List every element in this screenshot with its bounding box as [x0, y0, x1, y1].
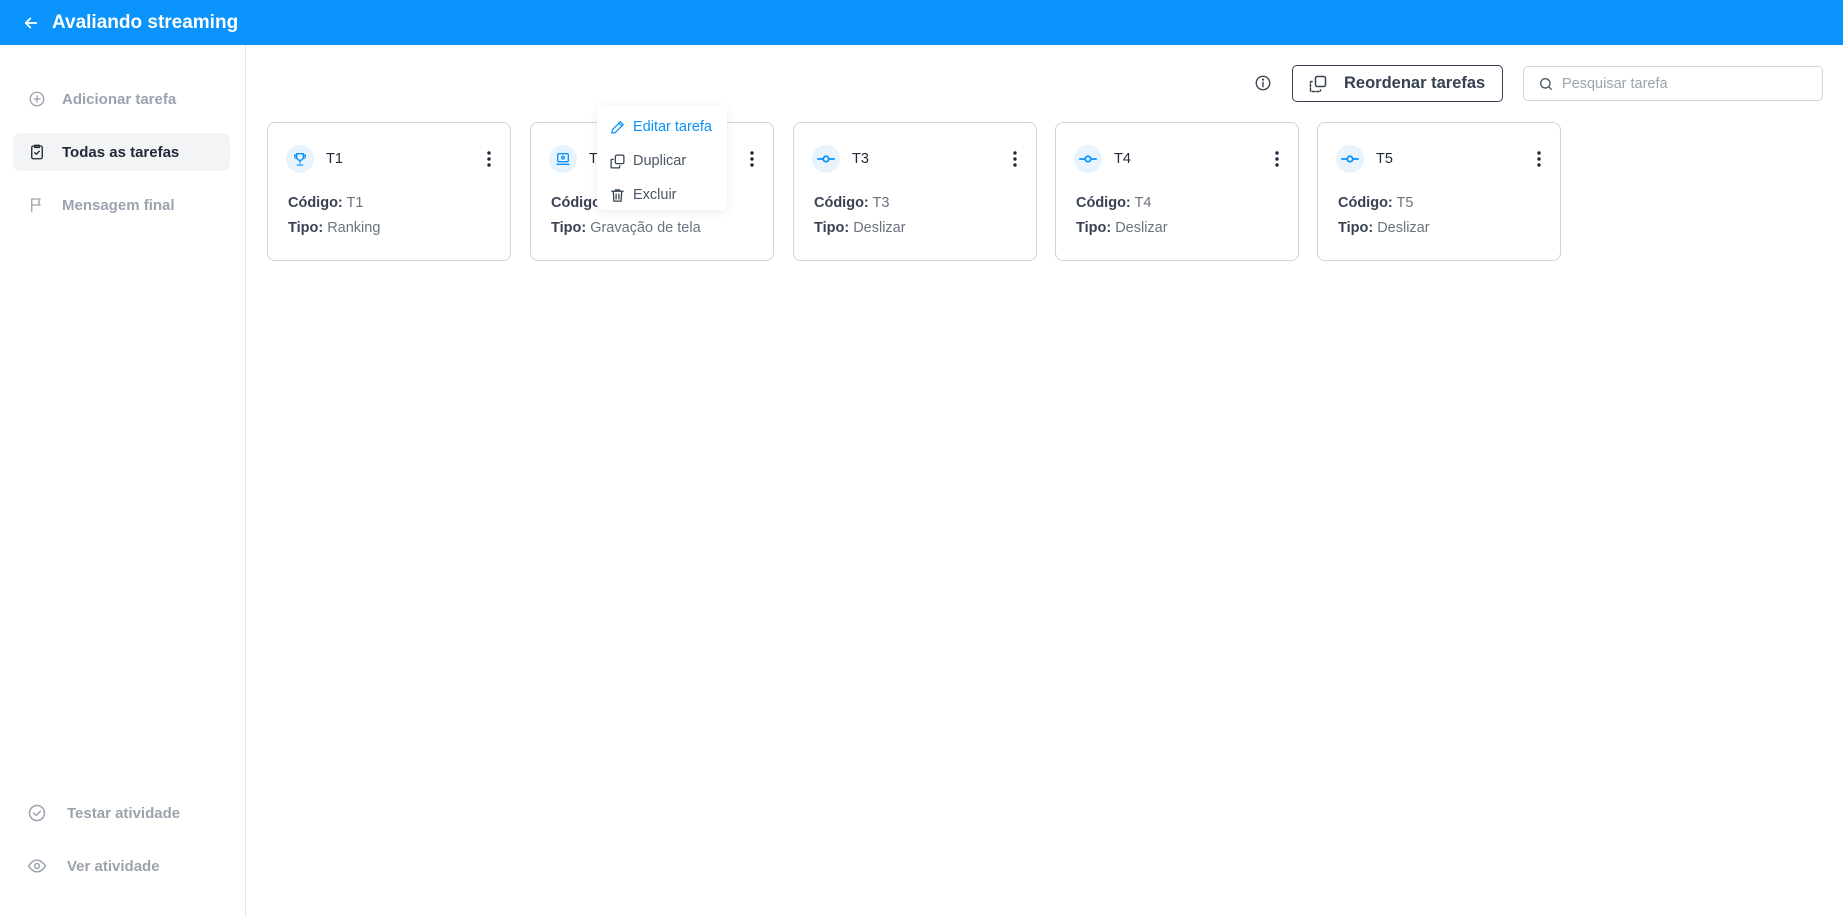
task-card-t4[interactable]: T4 Código: T4 Tipo: Deslizar	[1055, 122, 1299, 261]
task-type-row: Tipo: Ranking	[288, 220, 380, 236]
menu-item-label: Duplicar	[633, 153, 687, 169]
sidebar-item-label: Testar atividade	[67, 804, 181, 822]
code-label: Código:	[814, 195, 869, 211]
more-vertical-icon[interactable]	[1532, 149, 1546, 169]
code-label: Código:	[288, 195, 343, 211]
task-type-row: Tipo: Deslizar	[1076, 220, 1168, 236]
sidebar-item-add-task[interactable]: Adicionar tarefa	[13, 80, 230, 118]
task-code-row: Código: T3	[814, 195, 889, 211]
task-card-t1[interactable]: T1 Código: T1 Tipo: Ranking	[267, 122, 511, 261]
sidebar: Adicionar tarefa Todas as tarefas Mensag…	[0, 45, 246, 917]
sidebar-item-test-activity[interactable]: Testar atividade	[13, 794, 230, 832]
task-type-row: Tipo: Deslizar	[814, 220, 906, 236]
type-label: Tipo:	[551, 220, 587, 236]
copy-icon	[607, 151, 627, 171]
task-type: Deslizar	[1377, 220, 1430, 236]
task-code: T4	[1134, 195, 1152, 211]
task-type: Deslizar	[853, 220, 906, 236]
search-input[interactable]	[1562, 75, 1812, 92]
sidebar-item-label: Adicionar tarefa	[62, 90, 177, 108]
type-label: Tipo:	[814, 220, 850, 236]
slider-icon	[1336, 145, 1364, 173]
check-circle-icon	[27, 803, 47, 823]
menu-item-label: Editar tarefa	[633, 119, 712, 135]
sidebar-item-all-tasks[interactable]: Todas as tarefas	[13, 133, 230, 171]
slider-icon	[1074, 145, 1102, 173]
task-card-t5[interactable]: T5 Código: T5 Tipo: Deslizar	[1317, 122, 1561, 261]
task-name: T5	[1376, 151, 1393, 167]
type-label: Tipo:	[288, 220, 324, 236]
info-icon[interactable]	[1253, 73, 1273, 93]
more-vertical-icon[interactable]	[1008, 149, 1022, 169]
task-name: T4	[1114, 151, 1131, 167]
task-type-row: Tipo: Gravação de tela	[551, 220, 701, 236]
task-code: T3	[872, 195, 890, 211]
menu-item-duplicate[interactable]: Duplicar	[597, 144, 727, 178]
sidebar-item-label: Ver atividade	[67, 857, 160, 875]
more-vertical-icon[interactable]	[1270, 149, 1284, 169]
menu-item-edit-task[interactable]: Editar tarefa	[597, 110, 727, 144]
task-code: T5	[1396, 195, 1414, 211]
trash-icon	[607, 185, 627, 205]
page-title: Avaliando streaming	[52, 11, 239, 33]
sidebar-item-final-message[interactable]: Mensagem final	[13, 186, 230, 224]
trophy-icon	[286, 145, 314, 173]
task-name: T3	[852, 151, 869, 167]
plus-circle-icon	[27, 89, 47, 109]
search-box	[1523, 66, 1823, 101]
reorder-tasks-label: Reordenar tarefas	[1344, 74, 1486, 92]
more-vertical-icon[interactable]	[482, 149, 496, 169]
code-label: Código:	[1338, 195, 1393, 211]
code-label: Código:	[1076, 195, 1131, 211]
top-bar: Avaliando streaming	[0, 0, 1843, 45]
reorder-tasks-button[interactable]: Reordenar tarefas	[1292, 65, 1503, 102]
task-context-menu: Editar tarefa Duplicar Excluir	[597, 106, 727, 210]
menu-item-label: Excluir	[633, 187, 677, 203]
sidebar-item-label: Mensagem final	[62, 196, 175, 214]
sidebar-item-label: Todas as tarefas	[62, 143, 180, 161]
task-code-row: Código: T4	[1076, 195, 1151, 211]
type-label: Tipo:	[1338, 220, 1374, 236]
reorder-icon	[1308, 74, 1328, 94]
type-label: Tipo:	[1076, 220, 1112, 236]
task-type: Deslizar	[1115, 220, 1168, 236]
sidebar-item-view-activity[interactable]: Ver atividade	[13, 847, 230, 885]
task-type-row: Tipo: Deslizar	[1338, 220, 1430, 236]
more-vertical-icon[interactable]	[745, 149, 759, 169]
task-code-row: Código: T5	[1338, 195, 1413, 211]
task-name: T1	[326, 151, 343, 167]
task-type: Ranking	[327, 220, 381, 236]
pencil-icon	[607, 117, 627, 137]
flag-icon	[27, 195, 47, 215]
slider-icon	[812, 145, 840, 173]
clipboard-check-icon	[27, 142, 47, 162]
task-type: Gravação de tela	[590, 220, 701, 236]
back-arrow-icon[interactable]	[20, 12, 42, 34]
eye-icon	[27, 856, 47, 876]
task-code-row: Código: T1	[288, 195, 363, 211]
task-card-t3[interactable]: T3 Código: T3 Tipo: Deslizar	[793, 122, 1037, 261]
task-code: T1	[346, 195, 364, 211]
menu-item-delete[interactable]: Excluir	[597, 178, 727, 212]
search-icon	[1538, 76, 1554, 92]
screen-record-icon	[549, 145, 577, 173]
